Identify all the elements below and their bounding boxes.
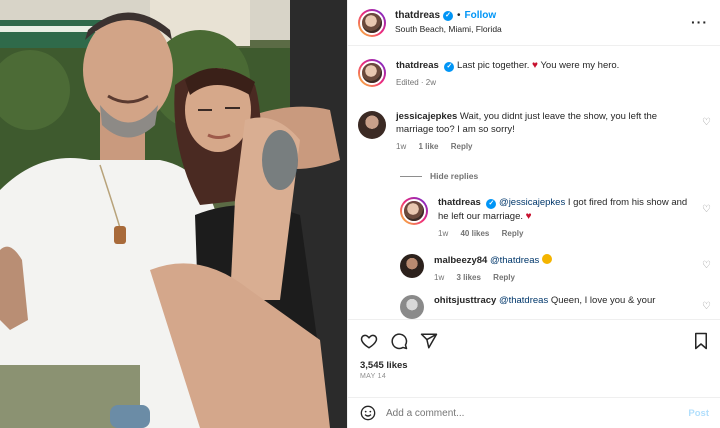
reply-avatar[interactable]	[400, 254, 424, 278]
instagram-post: thatdreas ✓ • Follow South Beach, Miami,…	[0, 0, 720, 428]
post-photo[interactable]	[0, 0, 347, 428]
comment-time: 1w	[396, 141, 407, 151]
reply-mention[interactable]: @thatdreas	[490, 255, 539, 266]
reply-time: 1w	[438, 228, 449, 238]
reply-avatar[interactable]	[400, 295, 424, 319]
separator-dot: •	[457, 10, 461, 22]
caption-username[interactable]: thatdreas	[396, 60, 439, 71]
verified-badge-icon: ✓	[486, 199, 497, 209]
more-horizontal-icon[interactable]: ···	[691, 14, 708, 30]
reply-username[interactable]: malbeezy84	[434, 255, 487, 266]
reply-item: malbeezy84 @thatdreas 1w 3 likes Reply	[400, 254, 690, 284]
post-comment-button[interactable]: Post	[688, 408, 709, 419]
reply-time: 1w	[434, 272, 445, 282]
caption-text-end: You were my hero.	[540, 60, 620, 71]
reply-likes[interactable]: 3 likes	[456, 273, 480, 282]
comment-likes[interactable]: 1 like	[418, 142, 438, 151]
post-header: thatdreas ✓ • Follow South Beach, Miami,…	[348, 0, 720, 46]
follow-button[interactable]: Follow	[465, 10, 497, 22]
caption-text: Last pic together.	[457, 60, 530, 71]
divider-line	[400, 175, 422, 177]
hide-replies-button[interactable]: Hide replies	[400, 171, 478, 181]
comment-item: jessicajepkes Wait, you didnt just leave…	[358, 111, 688, 152]
reply-username[interactable]: ohitsjusttracy	[434, 295, 496, 306]
caption-avatar[interactable]	[358, 59, 386, 87]
comments-section[interactable]: thatdreas ✓ Last pic together. ♥ You wer…	[348, 47, 720, 319]
reply-mention[interactable]: @thatdreas	[499, 295, 548, 306]
caption-meta: Edited · 2w	[396, 77, 437, 87]
grinning-emoji-icon	[541, 254, 552, 264]
hide-replies-label: Hide replies	[430, 171, 479, 181]
comment-username[interactable]: jessicajepkes	[396, 111, 457, 122]
verified-badge-icon: ✓	[443, 11, 454, 22]
heart-outline-icon[interactable]: ♡	[702, 301, 711, 312]
post-caption: thatdreas ✓ Last pic together. ♥ You wer…	[358, 59, 619, 89]
bookmark-icon[interactable]	[693, 332, 709, 350]
reply-button[interactable]: Reply	[493, 273, 515, 282]
red-heart-emoji-icon: ♥	[525, 210, 532, 222]
commenter-avatar[interactable]	[358, 111, 386, 139]
share-icon[interactable]	[420, 332, 438, 350]
heart-icon[interactable]	[360, 332, 378, 350]
reply-item: thatdreas ✓ @jessicajepkes I got fired f…	[400, 197, 690, 239]
reply-avatar[interactable]	[400, 197, 428, 225]
reply-likes[interactable]: 40 likes	[460, 229, 489, 238]
comment-input[interactable]	[386, 407, 689, 419]
add-comment-bar: Post	[348, 397, 720, 428]
post-photo-illustration	[0, 0, 347, 428]
emoji-icon[interactable]	[360, 405, 376, 421]
red-heart-emoji-icon: ♥	[532, 60, 538, 71]
reply-item: ohitsjusttracy @thatdreas Queen, I love …	[400, 295, 690, 319]
action-bar: 3,545 likes MAY 14	[348, 319, 720, 397]
post-sidebar: thatdreas ✓ • Follow South Beach, Miami,…	[347, 0, 720, 428]
reply-mention[interactable]: @jessicajepkes	[499, 197, 565, 208]
reply-username[interactable]: thatdreas	[438, 197, 481, 208]
author-avatar[interactable]	[358, 8, 386, 37]
reply-button[interactable]: Reply	[502, 229, 524, 238]
likes-count[interactable]: 3,545 likes	[348, 354, 720, 371]
post-location[interactable]: South Beach, Miami, Florida	[395, 24, 502, 34]
reply-text: Queen, I love you & your	[550, 295, 656, 306]
post-date: MAY 14	[360, 373, 387, 380]
heart-outline-icon[interactable]: ♡	[702, 204, 711, 215]
verified-badge-icon: ✓	[444, 62, 455, 72]
reply-button[interactable]: Reply	[451, 142, 473, 151]
heart-outline-icon[interactable]: ♡	[702, 117, 711, 128]
heart-outline-icon[interactable]: ♡	[702, 260, 711, 271]
comment-icon[interactable]	[390, 332, 408, 350]
author-username[interactable]: thatdreas	[395, 10, 440, 22]
